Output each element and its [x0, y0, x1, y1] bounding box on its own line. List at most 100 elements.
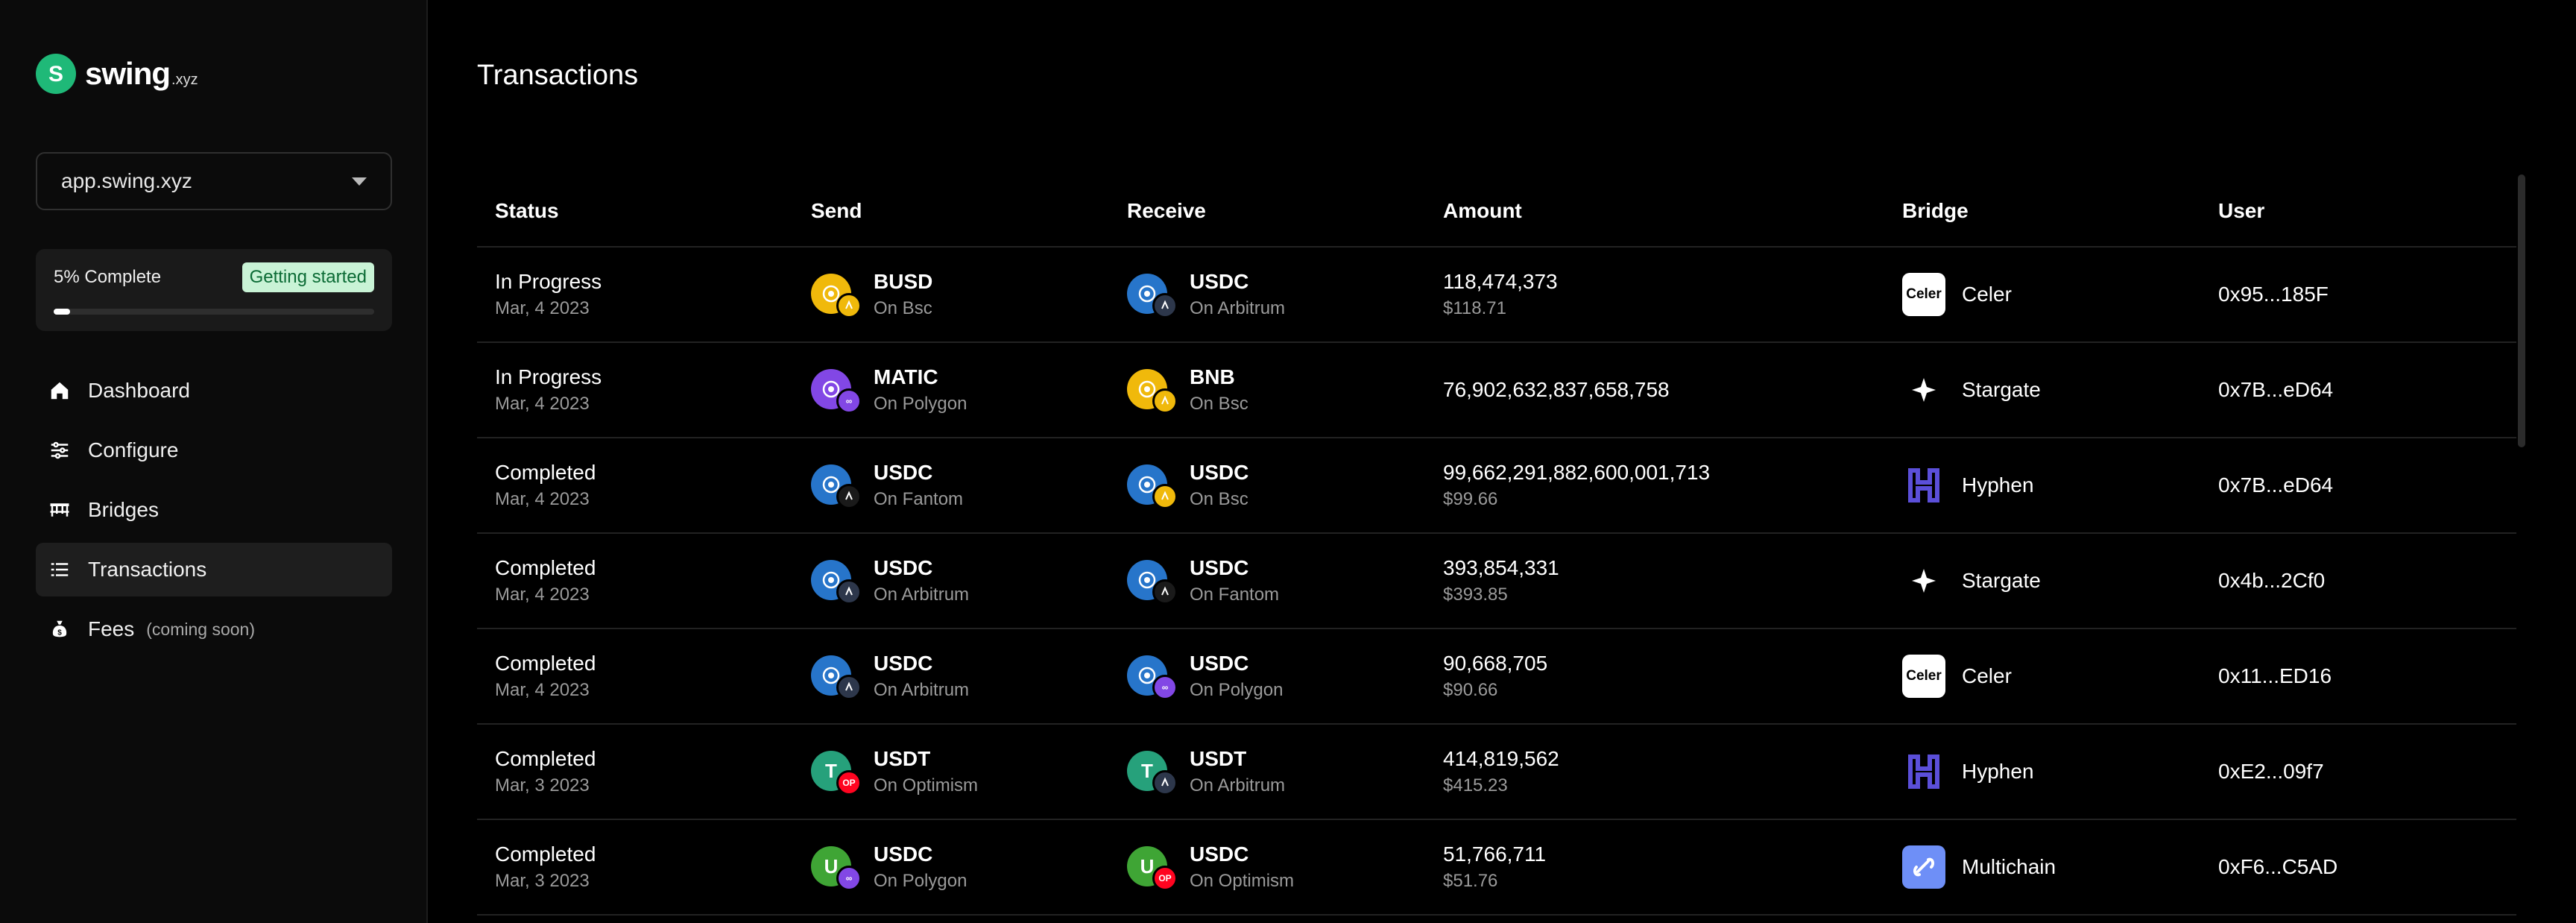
chain-badge-icon: OP: [836, 770, 862, 796]
receive-token: USDC: [1190, 461, 1249, 484]
column-header-status: Status: [495, 199, 559, 222]
sidebar: S swing .xyz app.swing.xyz 5% Complete G…: [0, 0, 428, 923]
send-token-icon: [811, 652, 862, 700]
bridge-name: Stargate: [1962, 378, 2041, 401]
user-address[interactable]: 0x4b...2Cf0: [2218, 567, 2325, 594]
sidebar-item-label: Transactions: [88, 558, 207, 581]
sidebar-item-dashboard[interactable]: Dashboard: [36, 364, 392, 418]
amount-usd: $415.23: [1443, 775, 1508, 796]
onboarding-progress-card[interactable]: 5% Complete Getting started: [36, 249, 392, 331]
bridge-name: Celer: [1962, 664, 2012, 687]
table-scrollbar[interactable]: [2518, 174, 2525, 447]
receive-token: USDC: [1190, 652, 1249, 675]
brand-name: swing: [85, 56, 171, 91]
cell-amount: 414,819,562 $415.23: [1425, 725, 1884, 819]
cell-receive: USDC On Arbitrum: [1109, 248, 1425, 341]
receive-chain: On Fantom: [1190, 585, 1280, 605]
brand-logo[interactable]: S swing .xyz: [36, 54, 198, 94]
money-bag-icon: $: [46, 616, 73, 643]
cell-bridge: Hyphen: [1884, 438, 2200, 532]
progress-fill: [54, 309, 70, 315]
send-token-icon: [811, 271, 862, 318]
sidebar-item-bridges[interactable]: Bridges: [36, 483, 392, 537]
cell-send: USDC On Arbitrum: [793, 629, 1109, 723]
cell-send: T OP USDT On Optimism: [793, 725, 1109, 819]
amount-usd: $90.66: [1443, 680, 1498, 700]
sidebar-item-note: (coming soon): [146, 619, 255, 639]
receive-chain: On Optimism: [1190, 871, 1295, 891]
send-token-icon: [811, 557, 862, 605]
table-row[interactable]: In Progress Mar, 4 2023 ∞ MATIC On Polygon BN…: [477, 343, 2516, 438]
progress-label: 5% Complete: [54, 267, 162, 287]
status-text: Completed: [495, 652, 596, 675]
cell-receive: USDC On Fantom: [1109, 534, 1425, 628]
cell-bridge: Stargate: [1884, 534, 2200, 628]
send-token: USDC: [874, 461, 933, 484]
bridge-icon: [46, 497, 73, 523]
cell-amount: 99,662,291,882,600,001,713 $99.66: [1425, 438, 1884, 532]
table-row[interactable]: In Progress Mar, 4 2023 BUSD On Bsc USDC On A…: [477, 248, 2516, 343]
chain-badge-icon: [1152, 293, 1178, 318]
receive-token: USDC: [1190, 556, 1249, 579]
user-address[interactable]: 0x11...ED16: [2218, 663, 2332, 690]
date-text: Mar, 4 2023: [495, 489, 590, 509]
cell-bridge: Celer Celer: [1884, 248, 2200, 341]
chevron-down-icon: [352, 177, 367, 186]
environment-select[interactable]: app.swing.xyz: [36, 152, 392, 210]
send-chain: On Optimism: [874, 775, 979, 796]
cell-amount: 76,902,632,837,658,758: [1425, 343, 1884, 437]
cell-user: 0x11...ED16: [2200, 629, 2516, 723]
receive-chain: On Polygon: [1190, 680, 1284, 700]
chain-badge-icon: ∞: [836, 866, 862, 891]
getting-started-badge[interactable]: Getting started: [242, 262, 374, 292]
cell-user: 0x4b...2Cf0: [2200, 534, 2516, 628]
send-chain: On Polygon: [874, 394, 967, 414]
receive-chain: On Bsc: [1190, 394, 1248, 414]
status-text: Completed: [495, 747, 596, 770]
bridge-name: Celer: [1962, 283, 2012, 306]
user-address[interactable]: 0xF6...C5AD: [2218, 854, 2337, 881]
cell-user: 0x95...185F: [2200, 248, 2516, 341]
user-address[interactable]: 0xE2...09f7: [2218, 758, 2324, 785]
send-token: USDC: [874, 652, 933, 675]
table-header: Status Send Receive Amount Bridge User: [477, 176, 2516, 248]
cell-receive: USDC On Bsc: [1109, 438, 1425, 532]
table-row[interactable]: Completed Mar, 3 2023 U ∞ USDC On Polygon U OP U…: [477, 820, 2516, 916]
sidebar-item-label: Dashboard: [88, 379, 190, 402]
celer-logo-icon: Celer: [1902, 273, 1945, 316]
table-row[interactable]: Completed Mar, 4 2023 USDC On Fantom USDC On …: [477, 438, 2516, 534]
table-row[interactable]: Completed Mar, 3 2023 T OP USDT On Optimism T U…: [477, 725, 2516, 820]
sidebar-item-configure[interactable]: Configure: [36, 423, 392, 477]
bridge-name: Multichain: [1962, 855, 2056, 878]
cell-amount: 90,668,705 $90.66: [1425, 629, 1884, 723]
sidebar-item-transactions[interactable]: Transactions: [36, 543, 392, 596]
send-chain: On Fantom: [874, 489, 964, 509]
user-address[interactable]: 0x7B...eD64: [2218, 377, 2333, 403]
send-token-icon: U ∞: [811, 843, 862, 891]
cell-receive: T USDT On Arbitrum: [1109, 725, 1425, 819]
celer-logo-icon: Celer: [1902, 655, 1945, 698]
list-icon: [46, 556, 73, 583]
table-row[interactable]: Completed Mar, 4 2023 USDC On Arbitrum USDC O…: [477, 534, 2516, 629]
send-token: USDC: [874, 556, 933, 579]
sidebar-item-label: Bridges: [88, 498, 159, 521]
send-chain: On Bsc: [874, 298, 932, 318]
table-body: In Progress Mar, 4 2023 BUSD On Bsc USDC On A…: [477, 248, 2516, 916]
receive-token-icon: ∞: [1127, 652, 1178, 700]
receive-chain: On Bsc: [1190, 489, 1248, 509]
table-row[interactable]: Completed Mar, 4 2023 USDC On Arbitrum ∞ USDC…: [477, 629, 2516, 725]
date-text: Mar, 4 2023: [495, 585, 590, 605]
user-address[interactable]: 0x95...185F: [2218, 281, 2329, 308]
stargate-logo-icon: [1902, 559, 1945, 602]
user-address[interactable]: 0x7B...eD64: [2218, 472, 2333, 499]
receive-token-icon: T: [1127, 748, 1178, 796]
cell-user: 0xF6...C5AD: [2200, 820, 2516, 914]
send-token-icon: ∞: [811, 366, 862, 414]
sidebar-item-fees[interactable]: $ Fees (coming soon): [36, 602, 392, 656]
cell-receive: BNB On Bsc: [1109, 343, 1425, 437]
amount-usd: $393.85: [1443, 585, 1508, 605]
transactions-table: Status Send Receive Amount Bridge User I…: [477, 176, 2516, 916]
amount-usd: $118.71: [1443, 298, 1506, 318]
receive-token-icon: [1127, 366, 1178, 414]
sidebar-item-label: Fees: [88, 617, 135, 640]
